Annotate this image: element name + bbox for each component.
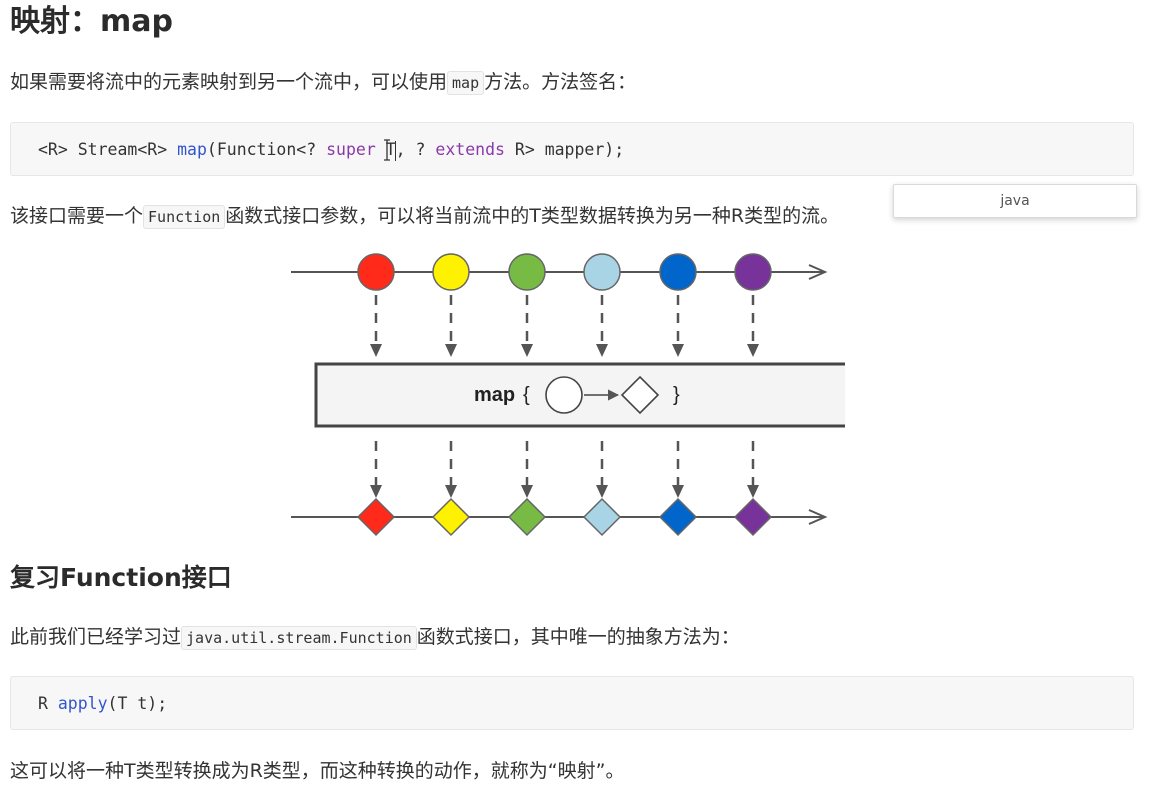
brace-close: } bbox=[673, 384, 680, 406]
apply-code-block[interactable]: R apply(T t); bbox=[10, 676, 1134, 730]
description-paragraph: 该接口需要一个 Function 函数式接口参数，可以将当前流中的T类型数据转换为另… bbox=[10, 201, 839, 232]
inline-code-function: Function bbox=[143, 205, 226, 229]
code-keyword-extends: extends bbox=[435, 140, 505, 159]
input-marble bbox=[734, 253, 772, 291]
conclusion-paragraph: 这可以将一种T类型转换成为R类型，而这种转换的动作，就称为“映射”。 bbox=[10, 760, 625, 782]
code-method-name: apply bbox=[57, 694, 108, 713]
output-diamond bbox=[582, 497, 622, 537]
down-arrow-icon bbox=[521, 485, 533, 498]
output-diamond bbox=[507, 497, 547, 537]
ibeam-cursor-icon bbox=[384, 139, 390, 161]
output-diamond bbox=[658, 497, 698, 537]
code-token: <R> Stream<R> bbox=[38, 140, 178, 159]
down-arrow-icon bbox=[672, 485, 684, 498]
review-paragraph: 此前我们已经学习过 java.util.stream.Function 函数式接口，… bbox=[10, 622, 740, 653]
review-heading: 复习Function接口 bbox=[10, 563, 232, 592]
review-text-before: 此前我们已经学习过 bbox=[10, 626, 182, 648]
down-arrow-icon bbox=[370, 344, 382, 357]
intro-text-before: 如果需要将流中的元素映射到另一个流中，可以使用 bbox=[10, 71, 448, 93]
down-arrow-icon bbox=[596, 344, 608, 357]
down-arrow-icon bbox=[672, 344, 684, 357]
desc-text-after: 函数式接口参数，可以将当前流中的T类型数据转换为另一种R类型的流。 bbox=[225, 205, 840, 227]
intro-text-after: 方法。方法签名： bbox=[484, 71, 637, 93]
review-text-after: 函数式接口，其中唯一的抽象方法为： bbox=[416, 626, 740, 648]
input-marble bbox=[508, 253, 546, 291]
code-keyword-super: super bbox=[326, 140, 376, 159]
input-marble bbox=[357, 253, 395, 291]
code-token: (T t); bbox=[107, 694, 168, 713]
map-marble-diagram: map { } bbox=[291, 253, 845, 537]
input-marble bbox=[583, 253, 621, 291]
code-method-name: map bbox=[177, 140, 207, 159]
brace-open: { bbox=[523, 384, 530, 406]
code-token: R bbox=[38, 694, 58, 713]
input-marble bbox=[659, 253, 697, 291]
code-language-dropdown[interactable]: java bbox=[893, 184, 1137, 218]
desc-text-before: 该接口需要一个 bbox=[10, 205, 144, 227]
output-diamond bbox=[733, 497, 773, 537]
down-arrow-icon bbox=[445, 344, 457, 357]
page-title: 映射：map bbox=[10, 4, 173, 39]
output-diamond bbox=[431, 497, 471, 537]
code-token: (Function<? bbox=[206, 140, 327, 159]
output-diamond bbox=[356, 497, 396, 537]
intro-paragraph: 如果需要将流中的元素映射到另一个流中，可以使用 map 方法。方法签名： bbox=[10, 67, 636, 98]
down-arrow-icon bbox=[596, 485, 608, 498]
down-arrow-icon bbox=[747, 344, 759, 357]
down-arrow-icon bbox=[370, 485, 382, 498]
inline-code-map: map bbox=[447, 71, 485, 95]
circle-input-icon bbox=[545, 376, 583, 414]
down-arrow-icon bbox=[445, 485, 457, 498]
code-token: , ? bbox=[395, 140, 436, 159]
signature-code-block[interactable]: <R> Stream<R> map(Function<? super T, ? … bbox=[10, 122, 1134, 176]
down-arrow-icon bbox=[521, 344, 533, 357]
code-token: R> mapper); bbox=[504, 140, 625, 159]
down-arrow-icon bbox=[747, 485, 759, 498]
inline-code-function-path: java.util.stream.Function bbox=[181, 626, 417, 650]
map-operator-label: map bbox=[474, 384, 515, 406]
input-marble bbox=[432, 253, 470, 291]
